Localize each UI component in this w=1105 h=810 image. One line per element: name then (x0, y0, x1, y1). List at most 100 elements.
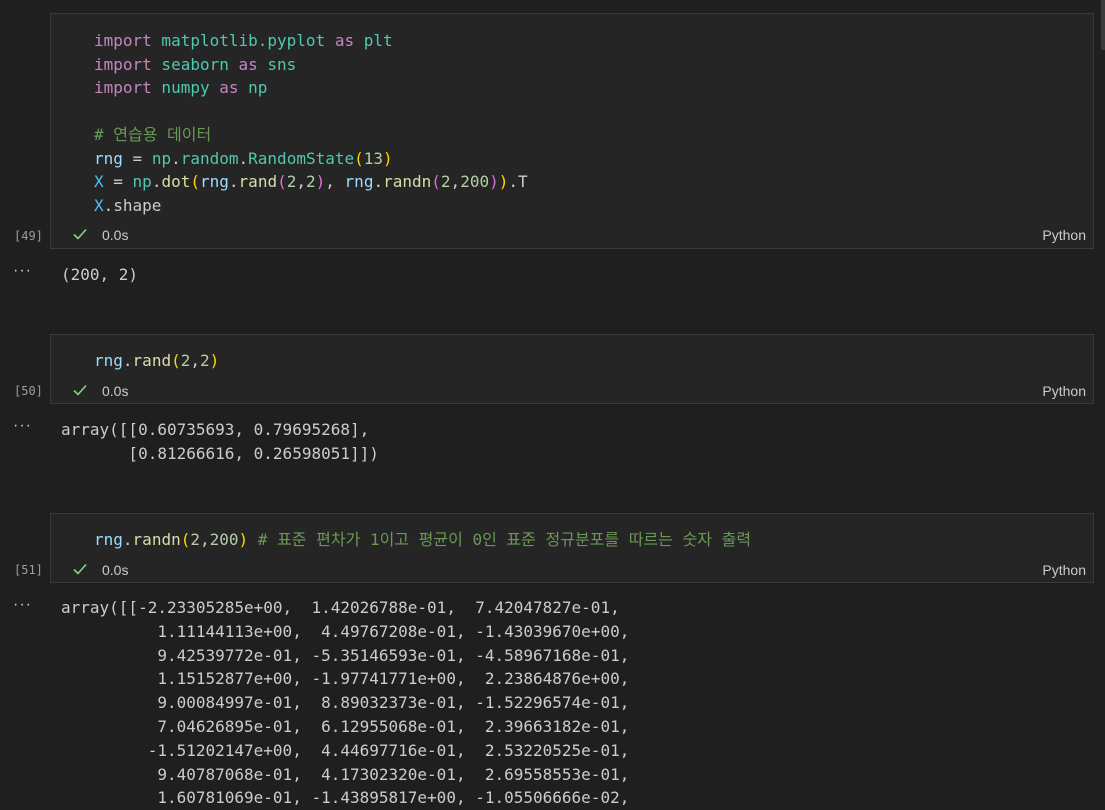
check-icon (73, 228, 87, 240)
language-label[interactable]: Python (1042, 383, 1086, 399)
code-token: np (151, 148, 172, 168)
code-token: ) (489, 172, 499, 191)
code-token: .shape (103, 195, 162, 215)
code-token: 2 (286, 172, 297, 191)
execution-duration: 0.0s (102, 227, 129, 243)
output-more-icon[interactable]: ··· (13, 596, 32, 614)
code-token: ( (354, 148, 364, 168)
code-token: . (122, 351, 133, 370)
code-line: X.shape (94, 194, 528, 218)
code-line: X = np.dot(rng.rand(2,2), rng.randn(2,20… (94, 170, 528, 194)
code-token: , (296, 172, 306, 191)
code-line: import seaborn as sns (94, 53, 528, 77)
code-cell-1[interactable]: import matplotlib.pyplot as plt import se… (50, 13, 1094, 249)
code-token: 200 (209, 530, 239, 549)
code-token: np (248, 78, 268, 97)
code-token: rng (94, 530, 123, 549)
cell-status-bar: 0.0s Python (51, 559, 1093, 583)
code-token: . (373, 172, 384, 191)
code-token: ) (498, 172, 509, 191)
language-label[interactable]: Python (1042, 227, 1086, 243)
code-token: , (200, 530, 210, 549)
code-token: , (325, 172, 345, 191)
code-token: matplotlib. (151, 31, 268, 50)
code-token: as (325, 31, 364, 50)
code-token: numpy (151, 78, 210, 97)
output-more-icon[interactable]: ··· (13, 262, 32, 280)
code-token: randn (132, 530, 181, 549)
scrollbar[interactable] (1101, 0, 1105, 50)
code-token: pyplot (267, 31, 326, 50)
language-label[interactable]: Python (1042, 562, 1086, 578)
code-token: 13 (363, 148, 384, 168)
code-token: import (94, 78, 152, 97)
check-icon (73, 384, 87, 396)
code-token: X (94, 195, 104, 215)
execution-count: [49] (14, 229, 43, 243)
code-token: , (450, 172, 461, 191)
code-line: rng.randn(2,200) # 표준 편차가 1이고 평균이 0인 표준 … (94, 528, 751, 552)
execution-count: [51] (14, 563, 43, 577)
code-token: ( (180, 530, 191, 549)
code-token: rng (344, 172, 374, 191)
code-token: randn (383, 172, 432, 191)
code-token: . (151, 172, 162, 191)
code-token: .T (508, 172, 528, 191)
code-line: rng.rand(2,2) (94, 349, 219, 373)
output-more-icon[interactable]: ··· (13, 417, 32, 435)
code-token: . (122, 530, 133, 549)
code-token: sns (267, 54, 297, 74)
execution-count: [50] (14, 384, 43, 398)
code-token: 2 (200, 351, 210, 370)
code-token: rand (132, 351, 172, 370)
code-token: import (94, 31, 152, 50)
code-editor[interactable]: rng.randn(2,200) # 표준 편차가 1이고 평균이 0인 표준 … (94, 528, 751, 552)
cell-status-bar: 0.0s Python (51, 224, 1093, 248)
code-token: 2 (190, 530, 200, 549)
code-token: ) (383, 148, 393, 168)
code-token: rand (238, 172, 278, 191)
cell-status-bar: 0.0s Python (51, 380, 1093, 404)
code-token: ( (431, 172, 441, 191)
check-icon (73, 563, 87, 575)
code-token: RandomState (248, 148, 355, 168)
code-token: 200 (460, 172, 490, 191)
code-token: ( (190, 172, 200, 191)
code-token: as (209, 78, 249, 97)
code-token: 2 (306, 172, 316, 191)
code-editor[interactable]: rng.rand(2,2) (94, 349, 219, 373)
cell-output: array([[-2.23305285e+00, 1.42026788e-01,… (61, 598, 630, 808)
code-line: import matplotlib.pyplot as plt (94, 29, 528, 53)
code-token: . (228, 172, 239, 191)
code-token: as (228, 54, 268, 74)
code-token: ) (209, 351, 220, 370)
code-token: = (122, 148, 152, 168)
code-token: # 표준 편차가 1이고 평균이 0인 표준 정규분포를 따르는 숫자 출력 (248, 530, 752, 549)
code-editor[interactable]: import matplotlib.pyplot as plt import se… (94, 29, 528, 217)
code-token: dot (161, 172, 191, 191)
code-token: 2 (180, 351, 191, 370)
code-line: # 연습용 데이터 (94, 123, 528, 147)
cell-output: (200, 2) (61, 265, 139, 284)
code-line: import numpy as np (94, 76, 528, 100)
code-token: plt (363, 31, 393, 50)
code-token: seaborn (151, 54, 229, 74)
code-token: = (103, 172, 133, 191)
code-token: ( (171, 351, 181, 370)
execution-duration: 0.0s (102, 383, 129, 399)
code-token: # 연습용 데이터 (94, 125, 212, 144)
code-token: ) (315, 172, 326, 191)
code-token: import (94, 54, 152, 74)
code-token: . (238, 148, 249, 168)
code-token: rng (200, 172, 229, 191)
code-token: ) (238, 530, 249, 549)
code-token: ( (277, 172, 287, 191)
code-token: 2 (440, 172, 451, 191)
code-token: , (190, 351, 200, 370)
code-token: rng (94, 351, 123, 370)
code-cell-2[interactable]: rng.rand(2,2) 0.0s Python (50, 334, 1094, 404)
execution-duration: 0.0s (102, 562, 129, 578)
code-token: random (180, 148, 239, 168)
code-cell-3[interactable]: rng.randn(2,200) # 표준 편차가 1이고 평균이 0인 표준 … (50, 513, 1094, 583)
